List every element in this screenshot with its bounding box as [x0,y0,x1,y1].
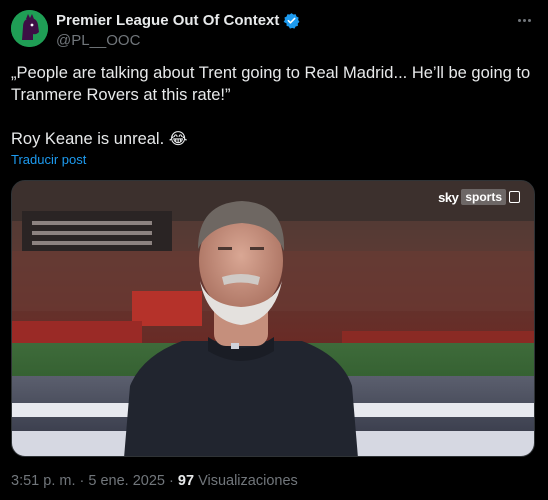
meta-separator: · [79,473,85,489]
views-label: Visualizaciones [198,473,298,489]
tweet-comment: Roy Keane is unreal. 😂 [11,128,536,150]
post-date[interactable]: 5 ene. 2025 [88,473,165,489]
handle[interactable]: @PL__OOC [56,32,508,49]
tweet-meta: 3:51 p. m. · 5 ene. 2025 · 97 Visualizac… [11,473,298,489]
lion-logo-icon [11,10,48,47]
author-block: Premier League Out Of Context @PL__OOC [56,11,508,49]
tweet-comment-text: Roy Keane is unreal. [11,130,165,148]
broadcaster-word-1: sky [438,189,459,205]
verified-badge-icon [283,12,300,29]
tweet-card[interactable]: Premier League Out Of Context @PL__OOC „… [0,0,548,500]
translate-post-link[interactable]: Traducir post [11,152,86,167]
tweet-quote: „People are talking about Trent going to… [11,64,531,104]
avatar[interactable] [11,10,48,47]
video-thumbnail[interactable]: sky sports [11,180,535,457]
tweet-text: „People are talking about Trent going to… [11,62,536,150]
display-name[interactable]: Premier League Out Of Context [56,12,279,29]
sky-sports-logo: sky sports [438,189,520,205]
tears-of-joy-emoji-icon: 😂 [168,129,188,148]
studio-scene-image [12,181,534,456]
broadcaster-word-2: sports [461,189,506,205]
more-options-icon[interactable] [512,10,536,30]
meta-separator-2: · [169,473,174,489]
post-time[interactable]: 3:51 p. m. [11,473,75,489]
views-count: 97 [177,473,195,489]
broadcaster-badge-icon [509,191,520,203]
